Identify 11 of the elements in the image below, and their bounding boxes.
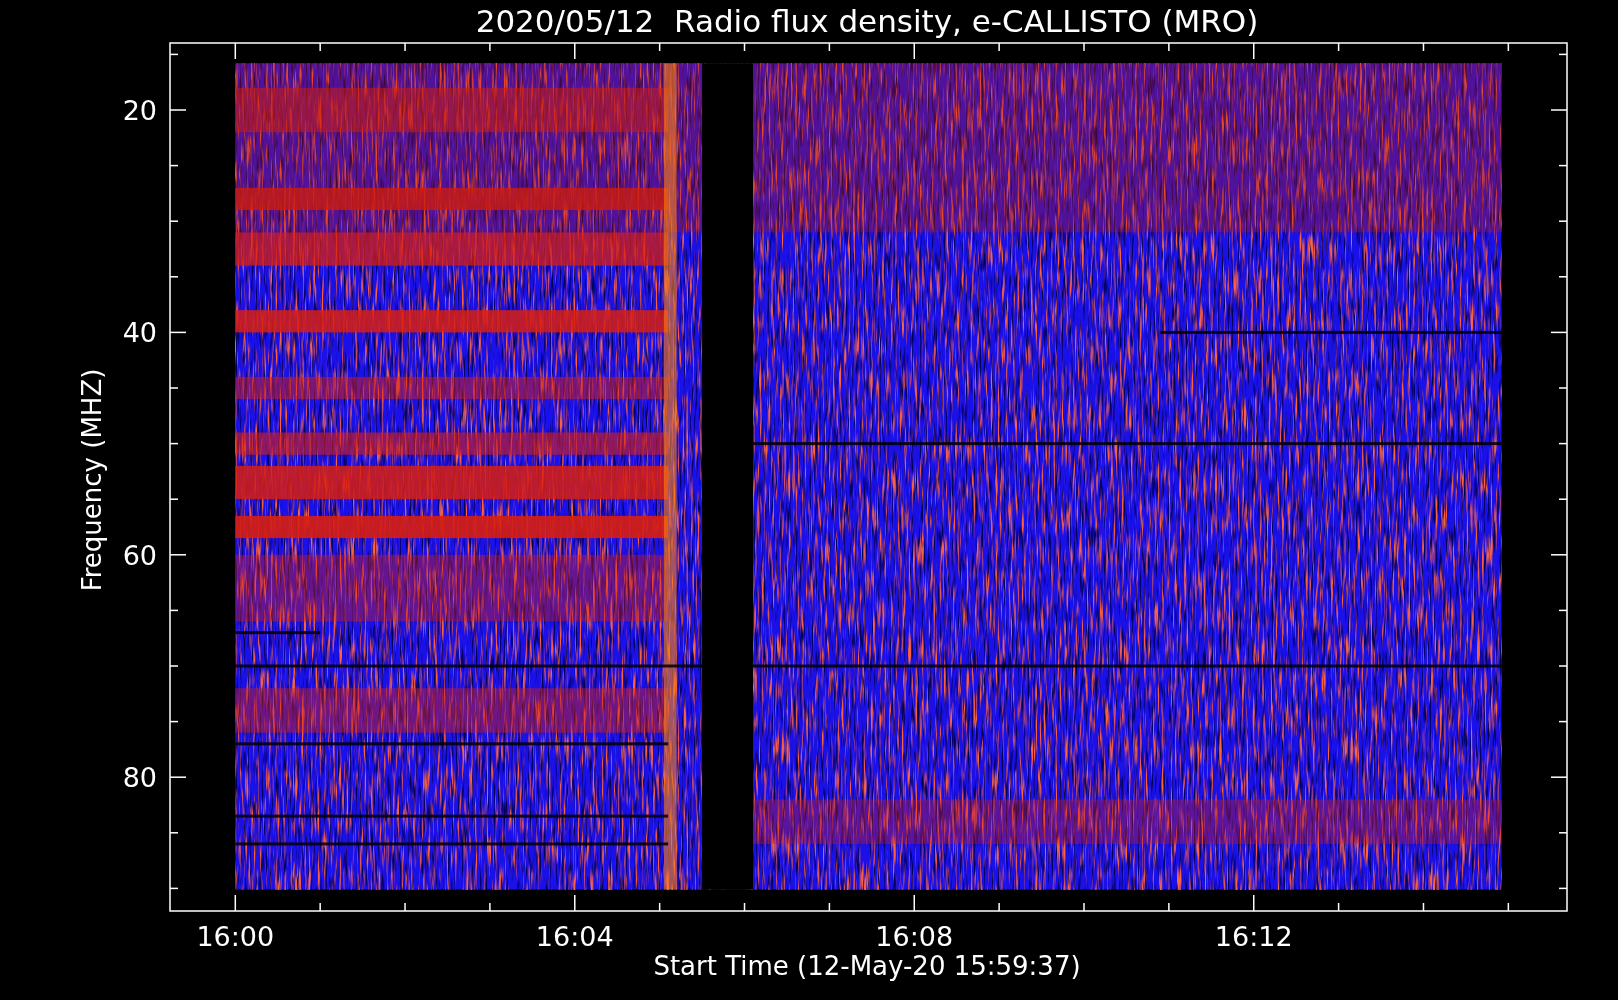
y-tick-label: 60 (122, 539, 157, 571)
x-tick-label: 16:08 (875, 921, 954, 952)
x-axis-label: Start Time (12-May-20 15:59:37) (653, 951, 1081, 981)
y-tick-label: 20 (122, 95, 157, 126)
y-axis-label: Frequency (MHZ) (77, 368, 107, 592)
y-tick-label: 40 (122, 317, 157, 349)
x-tick-label: 16:00 (196, 921, 275, 952)
x-tick-label: 16:12 (1214, 921, 1293, 952)
chart-title: 2020/05/12 Radio flux density, e-CALLISTO (MRO) (475, 3, 1259, 39)
y-tick-label: 80 (122, 762, 157, 794)
x-tick-label: 16:04 (535, 921, 614, 952)
